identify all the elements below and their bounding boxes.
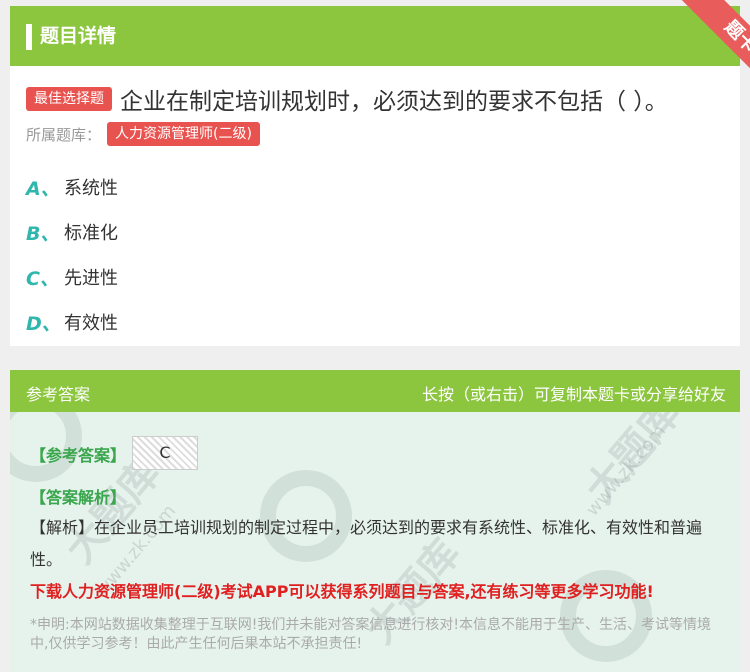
question-type-tag: 最佳选择题 bbox=[26, 87, 112, 111]
reference-answer-value: C bbox=[132, 436, 198, 470]
source-label: 所属题库： bbox=[26, 125, 102, 144]
reference-answer-label: 【参考答案】 bbox=[30, 446, 127, 465]
question-card: 题目详情 最佳选择题 企业在制定培训规划时，必须达到的要求不包括（ ）。 所属题… bbox=[10, 6, 740, 346]
card-header: 题目详情 bbox=[10, 6, 740, 66]
analysis-label: 【答案解析】 bbox=[30, 488, 127, 507]
option-text: 标准化 bbox=[64, 223, 118, 244]
option-letter: B、 bbox=[26, 222, 60, 245]
question-text: 企业在制定培训规划时，必须达到的要求不包括（ ）。 bbox=[120, 89, 668, 115]
answer-header-title: 参考答案 bbox=[26, 385, 91, 404]
answer-header: 参考答案 长按（或右击）可复制本题卡或分享给好友 bbox=[10, 370, 740, 412]
option-text: 有效性 bbox=[64, 313, 118, 334]
app-promo-link[interactable]: 下载人力资源管理师(二级)考试APP可以获得系列题目与答案,还有练习等更多学习功… bbox=[30, 578, 654, 602]
analysis-text: 【解析】在企业员工培训规划的制定过程中，必须达到的要求有系统性、标准化、有效性和… bbox=[30, 518, 703, 569]
option-letter: D、 bbox=[26, 312, 61, 335]
option-text: 先进性 bbox=[64, 268, 118, 289]
question-line: 最佳选择题 企业在制定培训规划时，必须达到的要求不包括（ ）。 bbox=[26, 82, 668, 116]
option-d[interactable]: D、 有效性 bbox=[26, 307, 118, 337]
option-a[interactable]: A、 系统性 bbox=[26, 172, 118, 202]
question-source: 所属题库： 人力资源管理师(二级) bbox=[26, 122, 260, 146]
option-letter: A、 bbox=[26, 177, 60, 200]
option-text: 系统性 bbox=[64, 178, 118, 199]
page-title: 题目详情 bbox=[40, 25, 117, 47]
source-tag[interactable]: 人力资源管理师(二级) bbox=[107, 122, 260, 146]
disclaimer-text: *申明:本网站数据收集整理于互联网!我们并未能对答案信息进行核对!本信息不能用于… bbox=[30, 617, 711, 652]
header-accent-bar bbox=[26, 24, 32, 50]
share-hint: 长按（或右击）可复制本题卡或分享给好友 bbox=[421, 385, 726, 404]
corner-ribbon: 题卡 bbox=[672, 0, 750, 84]
question-card-corner[interactable]: 题卡 bbox=[670, 0, 750, 84]
option-c[interactable]: C、 先进性 bbox=[26, 262, 118, 292]
option-b[interactable]: B、 标准化 bbox=[26, 217, 118, 247]
answer-panel: 大题库 大题库 大题库 www.zk.com www.zk.com 参考答案 长… bbox=[10, 370, 740, 672]
option-letter: C、 bbox=[26, 267, 59, 290]
